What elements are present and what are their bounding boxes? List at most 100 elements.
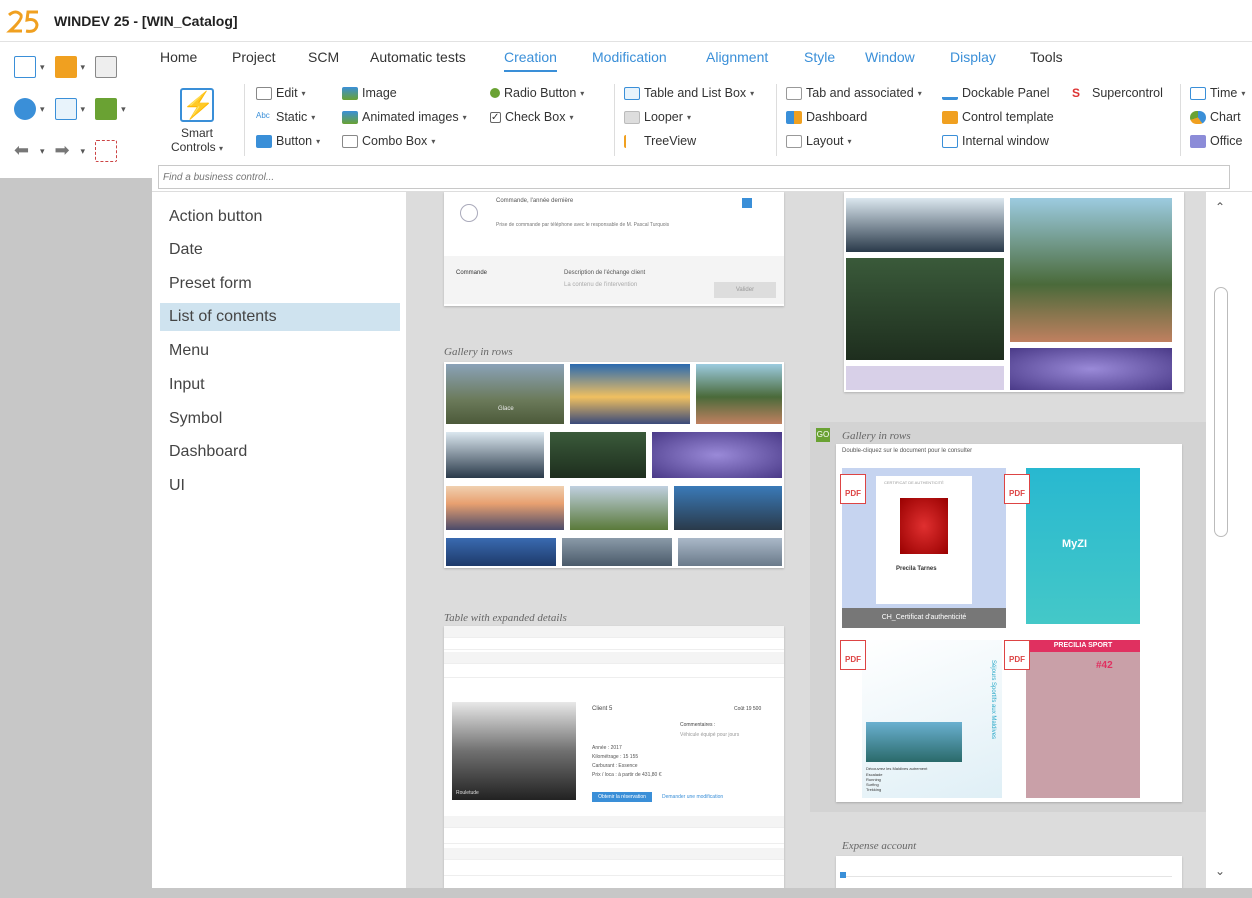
table-list-box-button[interactable]: Table and List Box ▾ <box>624 86 754 100</box>
pdf-icon: PDF <box>840 474 866 504</box>
menu-style[interactable]: Style <box>804 49 835 65</box>
supercontrol-button[interactable]: S Supercontrol <box>1072 86 1163 100</box>
lightning-icon: ⚡ <box>180 88 215 122</box>
misty-mountains-image <box>846 198 1004 252</box>
nav-item-input[interactable]: Input <box>160 371 400 399</box>
order-form-preview[interactable]: Commande, l'année dernière Prise de comm… <box>444 192 784 306</box>
nav-item-preset-form[interactable]: Preset form <box>160 270 400 298</box>
nav-item-dashboard[interactable]: Dashboard <box>160 438 400 466</box>
time-button[interactable]: Time ▾ <box>1190 86 1245 100</box>
pdf-icon: PDF <box>840 640 866 670</box>
static-button[interactable]: Abc Static ▾ <box>256 110 315 124</box>
expense-preview[interactable] <box>836 856 1182 888</box>
nav-item-menu[interactable]: Menu <box>160 337 400 365</box>
looper-button[interactable]: Looper ▾ <box>624 110 691 124</box>
open-folder-icon[interactable] <box>54 56 77 78</box>
avatar <box>460 204 478 222</box>
menu-window[interactable]: Window <box>865 49 915 65</box>
dockable-panel-button[interactable]: Dockable Panel <box>942 86 1050 100</box>
go-icon[interactable] <box>95 98 118 120</box>
pie-chart-icon <box>1190 110 1206 124</box>
detail-comment: Véhicule équipé pour jours <box>680 732 740 738</box>
nav-item-list-of-contents[interactable]: List of contents <box>160 303 400 331</box>
maldives-image <box>866 722 962 762</box>
menu-display[interactable]: Display <box>950 49 996 65</box>
expense-caption: Expense account <box>842 840 917 852</box>
misty-image <box>446 432 544 478</box>
nav-item-symbol[interactable]: Symbol <box>160 405 400 433</box>
nav-item-ui[interactable]: UI <box>160 472 400 500</box>
description-field: La contenu de l'intervention <box>564 282 638 288</box>
detail-title: Client 5 <box>592 706 613 712</box>
control-template-button[interactable]: Control template <box>942 110 1054 124</box>
chair-image <box>900 498 948 554</box>
lake-image <box>446 538 556 566</box>
menu-automatic-tests[interactable]: Automatic tests <box>370 49 466 65</box>
mountain-image: Glace <box>446 364 564 424</box>
chart-button[interactable]: Chart <box>1190 110 1241 124</box>
preview-area[interactable]: Commande, l'année dernière Prise de comm… <box>406 192 1206 888</box>
business-control-search-input[interactable] <box>158 165 1230 189</box>
workspace-background <box>0 178 152 898</box>
smart-controls-button[interactable]: ⚡ Smart Controls ▾ <box>166 88 228 156</box>
rocks-image <box>562 538 672 566</box>
menu-tools[interactable]: Tools <box>1030 49 1063 65</box>
table-expanded-preview[interactable]: Rouletude Client 5 Coût 19 500 Commentai… <box>444 626 784 888</box>
combo-box-button[interactable]: Combo Box ▾ <box>342 134 435 148</box>
office-button[interactable]: Office <box>1190 134 1242 148</box>
check-box-button[interactable]: ✓ Check Box ▾ <box>490 110 573 124</box>
tab-associated-button[interactable]: Tab and associated ▾ <box>786 86 922 100</box>
forest-waterfall-image <box>846 258 1004 360</box>
redo-icon[interactable]: ➡ <box>55 140 77 162</box>
pdf-tile-myzi[interactable]: MyZI <box>1026 468 1140 624</box>
menu-scm[interactable]: SCM <box>308 49 339 65</box>
pdf-tile-maldives[interactable]: Séjours Sportifs aux Maldives Découvrez … <box>862 640 1002 798</box>
menu-home[interactable]: Home <box>160 49 197 65</box>
layout-button[interactable]: Layout ▾ <box>786 134 852 148</box>
menu-alignment[interactable]: Alignment <box>706 49 768 65</box>
dashboard-icon <box>786 110 802 124</box>
scroll-up-icon[interactable]: ⌃ <box>1215 200 1225 214</box>
button-button[interactable]: Button ▾ <box>256 134 320 148</box>
nav-item-date[interactable]: Date <box>160 236 400 264</box>
description-label: Description de l'échange client <box>564 270 646 276</box>
settings-gear-icon[interactable] <box>14 98 36 120</box>
edit-button[interactable]: Edit ▾ <box>256 86 306 100</box>
window-icon[interactable] <box>54 98 77 120</box>
order-select: Commande <box>456 270 488 276</box>
treeview-button[interactable]: TreeView <box>624 134 696 148</box>
menu-creation[interactable]: Creation <box>504 49 557 72</box>
pdf-tile-certificate[interactable]: CERTIFICAT DE AUTHENTICITÉ Precila Tarne… <box>842 468 1006 628</box>
vertical-scrollbar[interactable]: ⌃ ⌄ <box>1206 192 1242 888</box>
gallery-columns-preview[interactable] <box>844 192 1184 392</box>
tab-icon <box>786 86 802 100</box>
undo-icon[interactable]: ⬅ <box>14 140 36 162</box>
scroll-down-icon[interactable]: ⌄ <box>1215 864 1225 878</box>
pdf-gallery-preview[interactable]: Double-cliquez sur le document pour le c… <box>836 444 1182 802</box>
menu-modification[interactable]: Modification <box>592 49 667 65</box>
windev-logo-icon <box>6 10 39 33</box>
lavender-field-image <box>1010 348 1172 390</box>
pdf-tile-caption: CH_Certificat d'authenticité <box>842 608 1006 628</box>
animated-images-button[interactable]: Animated images ▾ <box>342 110 467 124</box>
menu-project[interactable]: Project <box>232 49 276 65</box>
save-icon[interactable] <box>95 56 118 78</box>
structure-icon[interactable] <box>95 140 118 162</box>
dashboard-button[interactable]: Dashboard <box>786 110 867 124</box>
pdf-tile-sport-magazine[interactable]: PRECILIA SPORT #42 <box>1026 640 1140 798</box>
pdf-gallery-instruction: Double-cliquez sur le document pour le c… <box>842 448 973 454</box>
scroll-thumb[interactable] <box>1214 287 1228 537</box>
detail-comment-label: Commentaires : <box>680 722 716 728</box>
snow-image <box>678 538 782 566</box>
detail-lines: Année : 2017 Kilométrage : 15 155 Carbur… <box>592 745 662 778</box>
validate-button: Valider <box>714 282 776 298</box>
new-file-icon[interactable] <box>14 56 36 78</box>
radio-button-button[interactable]: Radio Button ▾ <box>490 86 584 100</box>
gallery-rows-preview[interactable]: Glace <box>444 362 784 568</box>
pdf-icon: PDF <box>1004 640 1030 670</box>
image-button[interactable]: Image <box>342 86 397 100</box>
nav-item-action-button[interactable]: Action button <box>160 203 400 231</box>
internal-window-button[interactable]: Internal window <box>942 134 1049 148</box>
table-icon <box>624 86 640 100</box>
order-title: Commande, l'année dernière <box>496 198 574 204</box>
